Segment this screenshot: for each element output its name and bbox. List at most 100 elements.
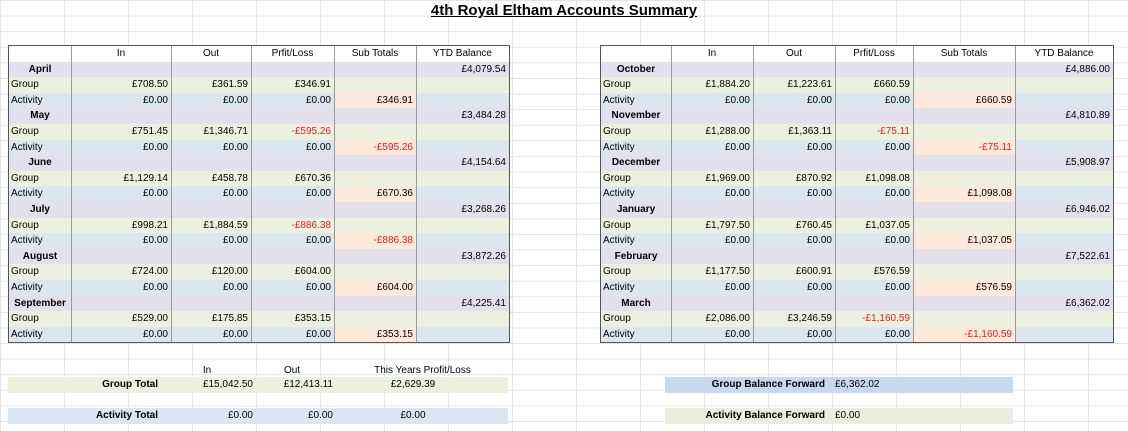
month-name: September — [14, 297, 66, 309]
activity-profit-loss: £0.00 — [884, 94, 910, 106]
group-out: £175.85 — [211, 313, 248, 325]
group-out: £120.00 — [211, 266, 248, 278]
group-in: £1,797.50 — [705, 219, 751, 231]
group-profit-loss: £346.91 — [294, 79, 331, 91]
activity-profit-loss: £0.00 — [305, 94, 331, 106]
sub-total: £660.59 — [913, 92, 1015, 109]
group-total-label: Group Total — [102, 379, 158, 390]
group-row: Group £1,797.50 £760.45 £1,037.05 — [601, 217, 1113, 234]
group-row: Group £708.50 £361.59 £346.91 — [9, 77, 509, 93]
activity-row-label: Activity — [603, 328, 635, 340]
activity-row: Activity £0.00 £0.00 £0.00 -£75.11 — [601, 139, 1113, 156]
activity-out: £0.00 — [222, 188, 248, 200]
group-row-label: Group — [603, 266, 631, 278]
group-in: £1,288.00 — [705, 125, 751, 137]
group-row: Group £724.00 £120.00 £604.00 — [9, 264, 509, 280]
activity-in: £0.00 — [724, 94, 750, 106]
group-row: Group £1,129.14 £458.78 £670.36 — [9, 170, 509, 187]
group-out: £1,884.59 — [203, 219, 249, 231]
group-row: Group £998.21 £1,884.59 -£886.38 — [9, 217, 509, 234]
month-name: May — [30, 110, 50, 122]
group-row: Group £1,288.00 £1,363.11 -£75.11 — [601, 123, 1113, 140]
group-profit-loss: -£75.11 — [876, 125, 910, 137]
group-profit-loss: -£1,160.59 — [862, 313, 910, 325]
sub-total: £670.36 — [334, 186, 416, 202]
ytd-balance: £6,362.02 — [1065, 297, 1111, 309]
activity-in: £0.00 — [142, 328, 168, 340]
right-col-header-pl: Prfit/Loss — [853, 48, 895, 59]
left-column-divider — [71, 46, 72, 343]
group-balance-forward-label: Group Balance Forward — [711, 379, 825, 390]
activity-out: £0.00 — [222, 141, 248, 153]
group-row: Group £1,177.50 £600.91 £576.59 — [601, 264, 1113, 280]
activity-out: £0.00 — [222, 328, 248, 340]
month-row: September £4,225.41 — [9, 295, 509, 312]
group-total-row: Group Total £15,042.50 £12,413.11 £2,629… — [8, 377, 508, 393]
month-name: April — [28, 63, 52, 75]
sub-total: -£886.38 — [334, 233, 416, 249]
activity-balance-forward-row: Activity Balance Forward £0.00 — [665, 408, 1013, 424]
group-profit-loss: -£886.38 — [291, 219, 331, 231]
month-name: January — [616, 203, 656, 215]
activity-in: £0.00 — [724, 141, 750, 153]
group-row-label: Group — [603, 172, 631, 184]
left-column-divider — [416, 46, 417, 343]
activity-out: £0.00 — [806, 235, 832, 247]
activity-out: £0.00 — [222, 235, 248, 247]
activity-profit-loss: £0.00 — [884, 328, 910, 340]
group-row-label: Group — [11, 219, 39, 231]
activity-row: Activity £0.00 £0.00 £0.00 £604.00 — [9, 279, 509, 296]
activity-out: £0.00 — [806, 141, 832, 153]
group-in: £998.21 — [131, 219, 168, 231]
month-name: December — [611, 157, 661, 169]
group-out: £600.91 — [795, 266, 832, 278]
ytd-balance: £3,268.26 — [461, 203, 507, 215]
group-row-label: Group — [603, 125, 631, 137]
ytd-balance: £3,872.26 — [461, 250, 507, 262]
group-row-label: Group — [603, 313, 631, 325]
right-col-header-in: In — [707, 48, 717, 59]
activity-row: Activity £0.00 £0.00 £0.00 £576.59 — [601, 279, 1113, 296]
group-profit-loss: £660.59 — [873, 79, 910, 91]
activity-in: £0.00 — [724, 281, 750, 293]
month-name: February — [614, 250, 658, 262]
activity-total-pl: £0.00 — [400, 410, 426, 421]
activity-out: £0.00 — [806, 94, 832, 106]
sub-total: -£1,160.59 — [913, 326, 1015, 343]
activity-total-label: Activity Total — [95, 410, 158, 421]
activity-row-label: Activity — [11, 188, 43, 200]
ytd-balance: £5,908.97 — [1065, 157, 1111, 169]
activity-out: £0.00 — [806, 328, 832, 340]
sub-total: £353.15 — [334, 326, 416, 343]
activity-row: Activity £0.00 £0.00 £0.00 £670.36 — [9, 186, 509, 202]
activity-row-label: Activity — [11, 281, 43, 293]
group-total-out: £12,413.11 — [283, 379, 333, 390]
activity-in: £0.00 — [724, 188, 750, 200]
sub-total: £604.00 — [334, 279, 416, 296]
right-header-row: In Out Prfit/Loss Sub Totals YTD Balance — [601, 46, 1113, 62]
month-name: July — [29, 203, 50, 215]
ytd-balance: £4,225.41 — [461, 297, 507, 309]
month-name: March — [621, 297, 651, 309]
group-profit-loss: £576.59 — [873, 266, 910, 278]
month-row: July £3,268.26 — [9, 201, 509, 218]
group-row: Group £529.00 £175.85 £353.15 — [9, 311, 509, 327]
activity-row: Activity £0.00 £0.00 £0.00 £346.91 — [9, 92, 509, 109]
activity-balance-forward-value: £0.00 — [835, 410, 861, 421]
group-balance-forward-value: £6,362.02 — [835, 379, 880, 390]
group-in: £1,129.14 — [123, 172, 169, 184]
ytd-balance: £4,886.00 — [1065, 63, 1111, 75]
activity-row: Activity £0.00 £0.00 £0.00 -£1,160.59 — [601, 326, 1113, 343]
activity-row-label: Activity — [603, 94, 635, 106]
right-column-divider — [671, 46, 672, 343]
activity-in: £0.00 — [142, 188, 168, 200]
group-out: £458.78 — [211, 172, 248, 184]
group-profit-loss: £670.36 — [294, 172, 331, 184]
activity-profit-loss: £0.00 — [884, 235, 910, 247]
activity-row: Activity £0.00 £0.00 £0.00 £1,037.05 — [601, 233, 1113, 249]
group-profit-loss: £353.15 — [294, 313, 331, 325]
activity-profit-loss: £0.00 — [305, 281, 331, 293]
activity-profit-loss: £0.00 — [305, 188, 331, 200]
activity-out: £0.00 — [806, 188, 832, 200]
activity-profit-loss: £0.00 — [884, 188, 910, 200]
